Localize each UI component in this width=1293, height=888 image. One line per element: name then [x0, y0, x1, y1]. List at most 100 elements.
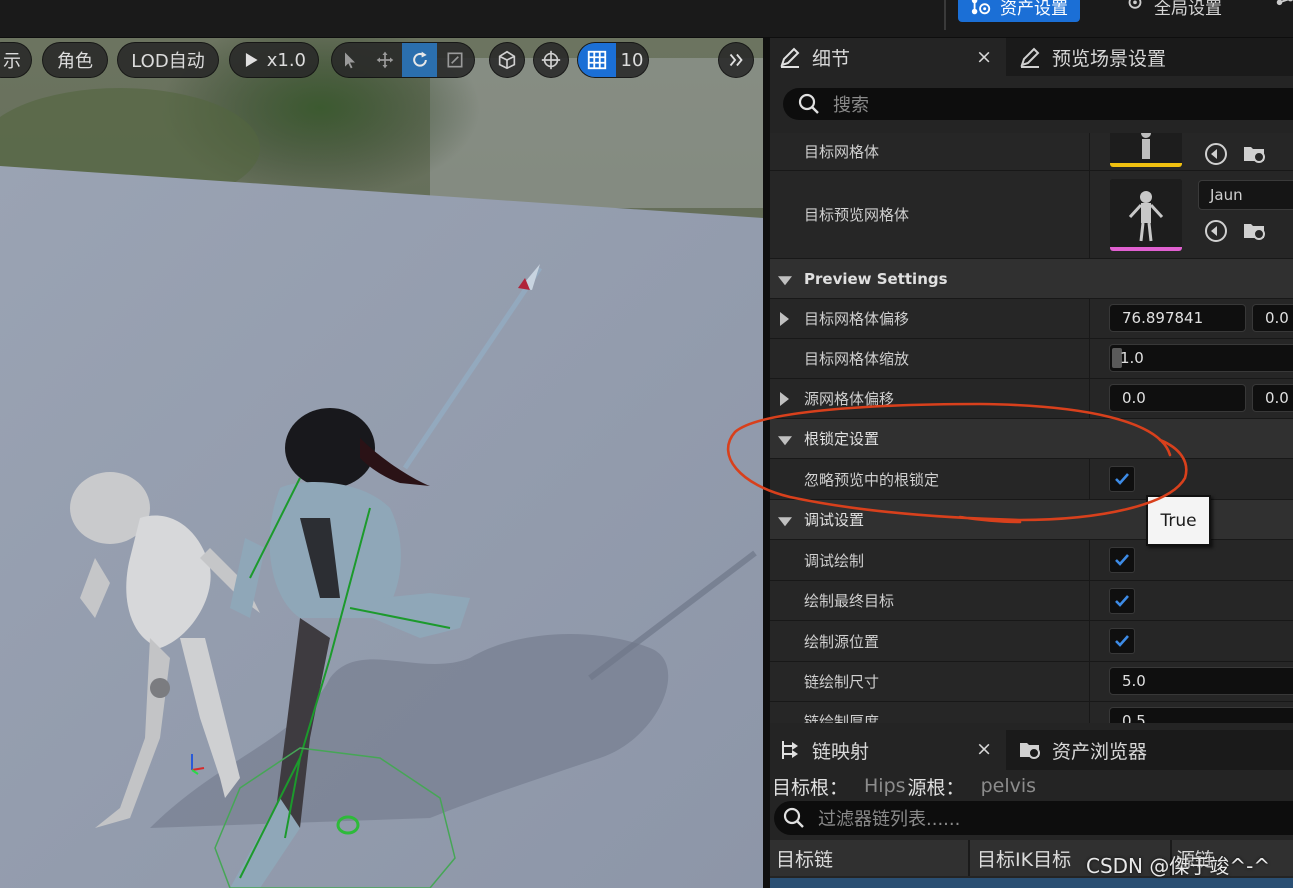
root-info-line: 目标根： Hips 源根： pelvis [770, 772, 1293, 800]
play-icon [245, 52, 258, 68]
row-value-separator [1089, 540, 1090, 580]
ignore-root-lock-checkbox[interactable] [1109, 466, 1135, 492]
watermark-text: CSDN @傑于竣^-^ [1086, 854, 1271, 878]
double-chevron-right-icon [729, 53, 743, 67]
cursor-icon [344, 52, 355, 69]
rotate-mode-button[interactable] [402, 43, 437, 77]
row-value-separator [1089, 459, 1090, 499]
property-row-target-mesh-offset: 目标网格体偏移 76.897841 0.0 [770, 299, 1293, 339]
property-row-target-mesh: 目标网格体 [770, 133, 1293, 171]
select-mode-button[interactable] [332, 43, 367, 77]
category-label: 调试设置 [804, 511, 865, 529]
source-offset-x-input[interactable]: 0.0 [1109, 384, 1246, 412]
row-value-separator [1089, 581, 1090, 620]
checkbox-tooltip: True [1146, 495, 1211, 546]
table-row[interactable] [770, 878, 1293, 888]
use-selected-asset-button[interactable] [1203, 218, 1229, 244]
tab-details-label: 细节 [812, 47, 851, 70]
playback-speed-button[interactable]: x1.0 [229, 42, 319, 78]
tab-chain-mapping-label: 链映射 [812, 740, 870, 763]
collapsed-arrow-icon[interactable] [780, 391, 789, 406]
property-row-source-mesh-offset: 源网格体偏移 0.0 0.0 [770, 379, 1293, 419]
tab-chain-mapping[interactable]: 链映射 × [770, 730, 1006, 770]
column-target-ik-goal[interactable]: 目标IK目标 [977, 840, 1071, 876]
tab-asset-settings-label: 资产设置 [1000, 0, 1068, 19]
target-preview-mesh-thumbnail[interactable] [1110, 179, 1182, 251]
category-preview-settings[interactable]: Preview Settings [770, 259, 1293, 299]
details-panel: 细节 × 预览场景设置 搜索 目标网格体 目标预览网格体 Jaun Previe… [770, 38, 1293, 888]
source-offset-y-input[interactable]: 0.0 [1252, 384, 1293, 412]
property-label: 链绘制尺寸 [804, 673, 880, 691]
property-row-target-preview-mesh: 目标预览网格体 Jaun [770, 171, 1293, 259]
surface-snap-button[interactable] [533, 42, 569, 78]
mannequin-thumbnail-icon [1110, 133, 1182, 167]
node-graph-icon [1276, 0, 1293, 6]
grid-snap-toggle[interactable] [578, 43, 616, 77]
source-root-value: pelvis [980, 775, 1037, 797]
target-preview-mesh-combo[interactable]: Jaun [1198, 180, 1293, 210]
collapsed-arrow-icon[interactable] [780, 311, 789, 326]
coordinate-space-button[interactable] [489, 42, 525, 78]
row-value-separator [1089, 621, 1090, 661]
property-list[interactable]: 目标网格体 目标预览网格体 Jaun Preview Settings 目标网格… [770, 133, 1293, 723]
category-debug-settings[interactable]: 调试设置 [770, 500, 1293, 540]
scale-slider-input[interactable]: 1.0 [1109, 344, 1293, 372]
details-search-input[interactable]: 搜索 [783, 88, 1293, 120]
property-label: 绘制源位置 [804, 632, 880, 651]
property-row-target-mesh-scale: 目标网格体缩放 1.0 [770, 339, 1293, 379]
target-root-label: 目标根： [772, 776, 849, 799]
tab-preview-scene-settings[interactable]: 预览场景设置 [1010, 38, 1293, 76]
tab-details[interactable]: 细节 × [770, 38, 1006, 76]
property-label: 目标网格体缩放 [804, 350, 910, 368]
column-target-chain[interactable]: 目标链 [776, 840, 833, 876]
translate-mode-button[interactable] [367, 43, 402, 77]
category-root-lock-settings[interactable]: 根锁定设置 [770, 419, 1293, 459]
close-icon[interactable]: × [976, 46, 992, 68]
draw-source-location-checkbox[interactable] [1109, 628, 1135, 654]
row-value-separator [1089, 379, 1090, 418]
expand-arrow-icon [778, 275, 792, 285]
offset-y-input[interactable]: 0.0 [1252, 304, 1293, 332]
property-label: 绘制最终目标 [804, 592, 895, 610]
checkmark-icon [1115, 594, 1129, 607]
tab-global-settings-label: 全局设置 [1154, 0, 1222, 19]
scale-mode-button[interactable] [437, 43, 472, 77]
draw-final-goal-checkbox[interactable] [1109, 587, 1135, 614]
playback-speed-label: x1.0 [266, 49, 306, 71]
expand-arrow-icon [778, 516, 792, 526]
category-label: Preview Settings [804, 269, 948, 288]
tab-more[interactable] [1262, 0, 1293, 22]
offset-x-input[interactable]: 76.897841 [1109, 304, 1246, 332]
browse-folder-icon [1020, 743, 1040, 759]
viewport-scene [0, 38, 763, 888]
grid-snap-control[interactable]: 10 [577, 42, 649, 78]
debug-draw-checkbox[interactable] [1109, 547, 1135, 573]
tab-preview-scene-label: 预览场景设置 [1052, 47, 1167, 70]
tab-asset-settings[interactable]: 资产设置 [958, 0, 1080, 22]
use-selected-asset-button[interactable] [1203, 141, 1229, 167]
tab-global-settings[interactable]: 全局设置 [1112, 0, 1234, 22]
close-icon[interactable]: × [976, 738, 992, 760]
chain-draw-thickness-input[interactable]: 0.5 [1109, 707, 1293, 723]
thumbnail-asset-color-bar [1110, 163, 1182, 167]
column-separator[interactable] [968, 840, 970, 876]
show-menu-label: 示 [3, 51, 21, 72]
pencil-icon [1020, 47, 1040, 68]
property-label: 忽略预览中的根锁定 [804, 470, 940, 489]
browse-asset-button[interactable] [1242, 218, 1268, 244]
toolbar-overflow-button[interactable] [718, 42, 754, 78]
property-row-ignore-root-lock: 忽略预览中的根锁定 [770, 459, 1293, 500]
use-selected-icon [1205, 143, 1227, 165]
browse-asset-button[interactable] [1242, 141, 1268, 167]
property-row-debug-draw: 调试绘制 [770, 540, 1293, 581]
panel-splitter[interactable] [763, 38, 770, 888]
character-menu-button[interactable]: 角色 [42, 42, 108, 78]
preview-viewport[interactable]: 示 角色 LOD自动 x1.0 10 [0, 38, 763, 888]
grid-icon [587, 50, 607, 70]
chain-mapping-icon [782, 741, 798, 759]
lod-menu-button[interactable]: LOD自动 [117, 42, 219, 78]
tab-asset-browser[interactable]: 资产浏览器 [1010, 730, 1293, 770]
target-mesh-thumbnail[interactable] [1110, 133, 1182, 167]
chain-filter-input[interactable]: 过滤器链列表...... [774, 801, 1293, 835]
chain-draw-size-input[interactable]: 5.0 [1109, 667, 1293, 695]
